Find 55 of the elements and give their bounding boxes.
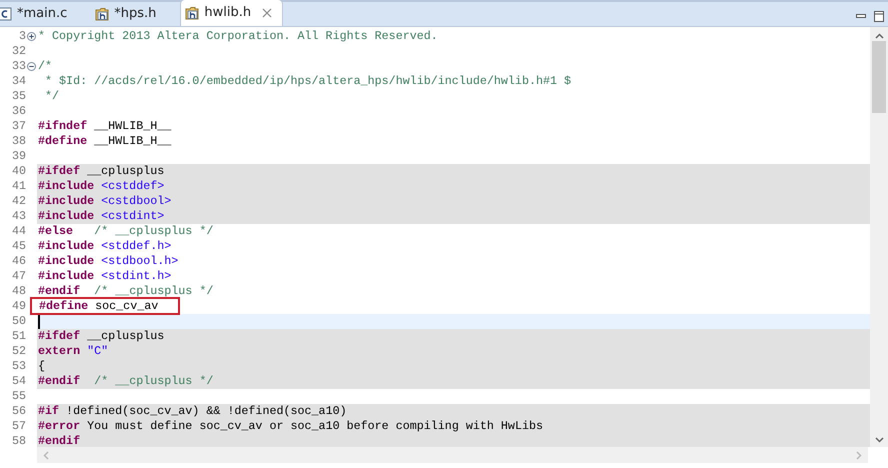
scroll-up-icon[interactable] [874,33,884,39]
close-icon[interactable] [262,8,272,18]
scroll-down-icon[interactable] [874,437,884,443]
line-number: 48 [10,284,26,299]
line-number: 36 [10,104,26,119]
line-number: 46 [10,254,26,269]
line-number: 54 [10,374,26,389]
line-number: 43 [10,209,26,224]
line-number: 53 [10,359,26,374]
minimize-icon[interactable] [856,14,866,19]
line-number: 50 [10,314,26,329]
line-number: 33 [10,59,26,74]
line-number: 52 [10,344,26,359]
line-number: 34 [10,74,26,89]
code-line: #ifndef __HWLIB_H__ [37,119,172,134]
line-number: 32 [10,44,26,59]
line-number: 56 [10,404,26,419]
code-line: /* [37,59,54,74]
code-line: * $Id: //acds/rel/16.0/embedded/ip/hps/altera_hps/hwlib/include/hwlib.h#1 $ [44,74,572,89]
line-number: 41 [10,179,26,194]
line-number: 39 [10,149,26,164]
line-number: 44 [10,224,26,239]
line-number: 38 [10,134,26,149]
code-line: #include <stdint.h> [37,269,172,284]
scrollbar-thumb[interactable] [872,41,886,113]
line-number: 51 [10,329,26,344]
line-number: 3 [18,29,26,44]
text-cursor [38,314,40,329]
line-number: 49 [10,299,26,314]
code-line: */ [44,89,60,104]
editor-tab[interactable]: hwlib.h [180,0,284,26]
line-number: 40 [10,164,26,179]
code-line: #else /* __cplusplus */ [37,224,214,239]
maximize-icon[interactable] [874,11,884,22]
line-number: 58 [10,434,26,447]
line-number: 35 [10,89,26,104]
vertical-scrollbar[interactable] [870,27,888,447]
editor-tab[interactable]: *main.c [0,1,78,26]
code-line: #include <stddef.h> [37,239,172,254]
code-line: * Copyright 2013 Altera Corporation. All Rights Reserved. [37,29,439,44]
header-file-icon [185,6,200,20]
line-number: 55 [10,389,26,404]
code-line: #endif /* __cplusplus */ [37,284,214,299]
header-file-icon [95,6,110,20]
line-number: 42 [10,194,26,209]
line-number: 57 [10,419,26,434]
c-file-icon [0,6,12,20]
line-number: 45 [10,239,26,254]
editor-tab[interactable]: *hps.h [91,1,166,26]
line-number: 47 [10,269,26,284]
collapse-fold-icon[interactable] [27,62,36,71]
code-line: #define __HWLIB_H__ [37,134,172,149]
expand-fold-icon[interactable] [27,32,36,41]
line-number: 37 [10,119,26,134]
code-line: #include <stdbool.h> [37,254,180,269]
